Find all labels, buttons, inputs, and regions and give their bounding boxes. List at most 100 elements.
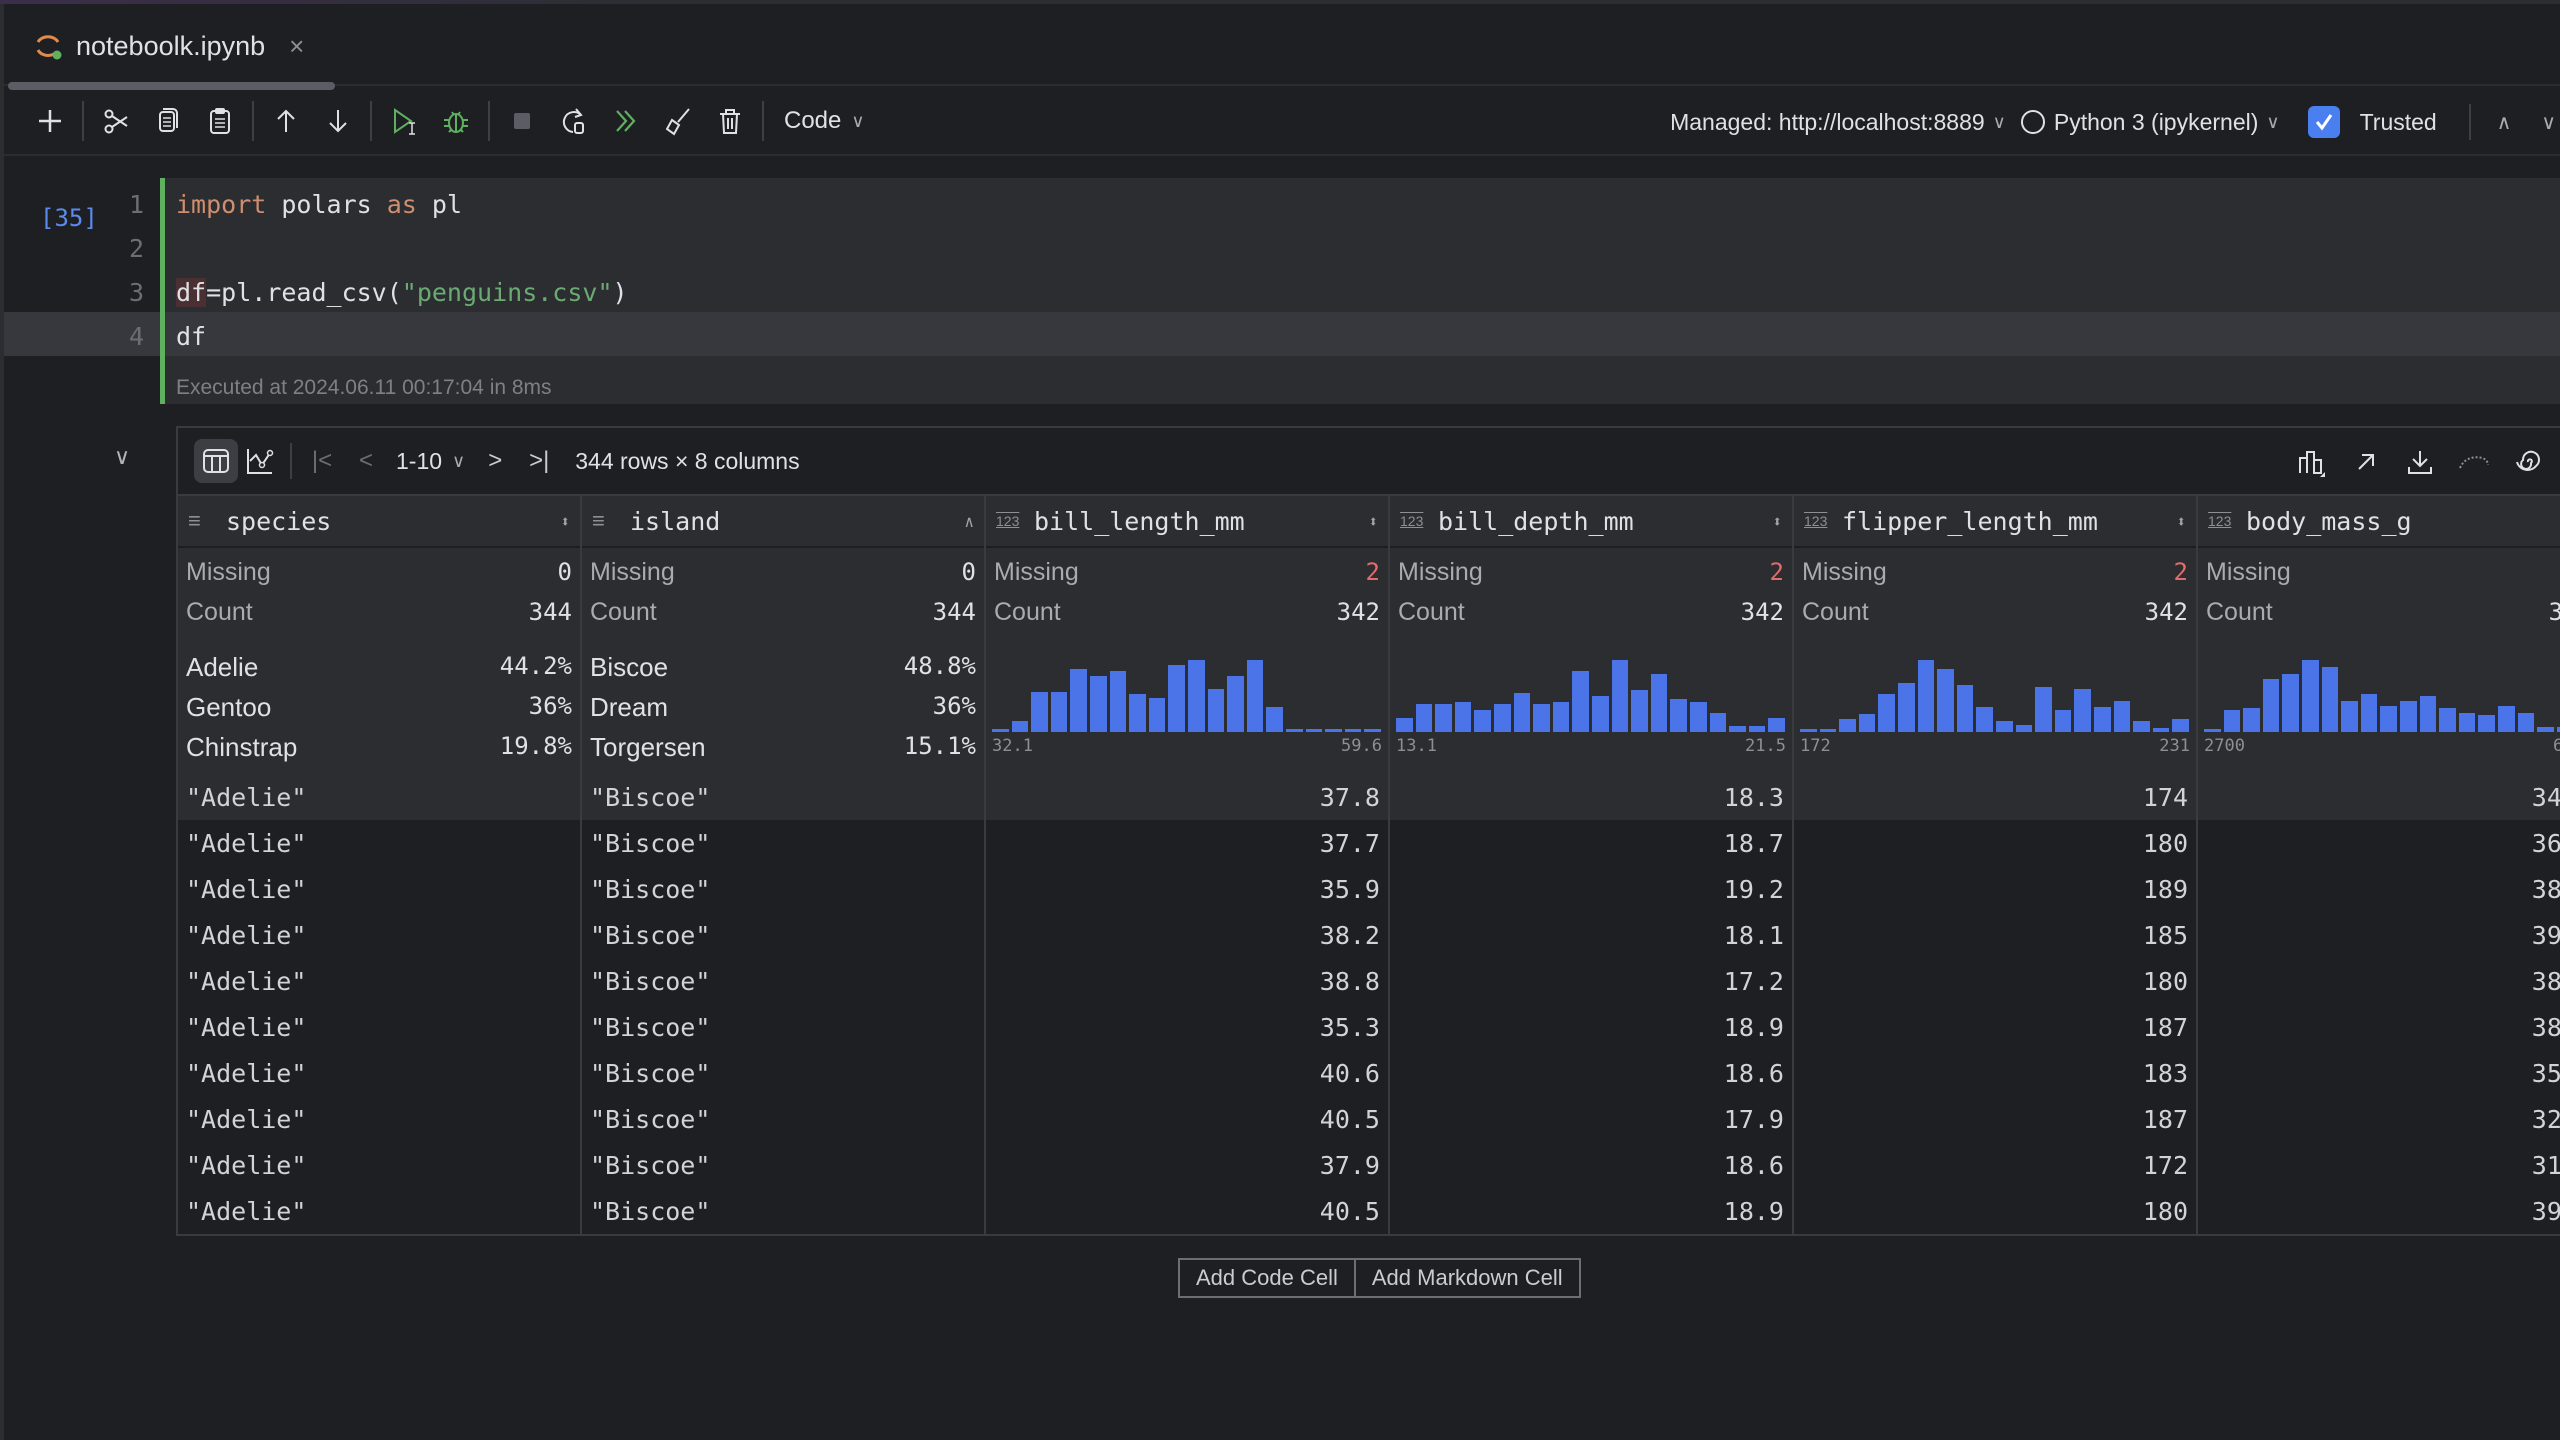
table-cell[interactable]: 3950 bbox=[2198, 1188, 2560, 1234]
run-cell-button[interactable] bbox=[378, 95, 430, 147]
sort-icon[interactable]: ⬍ bbox=[1368, 512, 1378, 531]
table-cell[interactable]: 180 bbox=[1794, 958, 2196, 1004]
table-cell[interactable]: 37.7 bbox=[986, 820, 1388, 866]
table-cell[interactable]: 180 bbox=[1794, 820, 2196, 866]
column-stats-button[interactable] bbox=[2290, 440, 2334, 484]
column-header[interactable]: ≡ species ⬍ bbox=[178, 496, 580, 548]
table-cell[interactable]: "Adelie" bbox=[178, 912, 580, 958]
table-cell[interactable]: "Biscoe" bbox=[582, 1188, 984, 1234]
table-cell[interactable]: "Adelie" bbox=[178, 820, 580, 866]
table-cell[interactable]: 3600 bbox=[2198, 820, 2560, 866]
table-cell[interactable]: "Biscoe" bbox=[582, 820, 984, 866]
add-markdown-cell-button[interactable]: Add Markdown Cell bbox=[1353, 1260, 1579, 1296]
cut-button[interactable] bbox=[90, 95, 142, 147]
pandas-profile-button[interactable] bbox=[2452, 440, 2496, 484]
table-cell[interactable]: 3150 bbox=[2198, 1142, 2560, 1188]
table-cell[interactable]: 187 bbox=[1794, 1004, 2196, 1050]
previous-page-button[interactable]: < bbox=[344, 439, 388, 483]
table-cell[interactable]: 180 bbox=[1794, 1188, 2196, 1234]
download-button[interactable] bbox=[2398, 440, 2442, 484]
page-range-dropdown[interactable]: 1-10 ∨ bbox=[396, 448, 465, 475]
sort-icon[interactable]: ⬍ bbox=[560, 512, 570, 531]
debug-cell-button[interactable] bbox=[430, 95, 482, 147]
add-cell-button[interactable] bbox=[24, 95, 76, 147]
table-view-button[interactable] bbox=[194, 439, 238, 483]
column-header[interactable]: 123 bill_depth_mm ⬍ bbox=[1390, 496, 1792, 548]
table-cell[interactable]: 17.2 bbox=[1390, 958, 1792, 1004]
table-cell[interactable]: 189 bbox=[1794, 866, 2196, 912]
first-page-button[interactable]: |< bbox=[300, 439, 344, 483]
table-cell[interactable]: "Biscoe" bbox=[582, 912, 984, 958]
table-cell[interactable]: 18.9 bbox=[1390, 1188, 1792, 1234]
table-cell[interactable]: "Adelie" bbox=[178, 1188, 580, 1234]
table-cell[interactable]: 19.2 bbox=[1390, 866, 1792, 912]
table-cell[interactable]: "Adelie" bbox=[178, 1142, 580, 1188]
server-dropdown[interactable]: Managed: http://localhost:8889 ∨ bbox=[1670, 109, 2006, 136]
code-line[interactable]: 3 df=pl.read_csv("penguins.csv") bbox=[4, 270, 2560, 314]
kernel-dropdown[interactable]: Python 3 (ipykernel) ∨ bbox=[2020, 109, 2280, 136]
collapse-output-icon[interactable]: ∨ bbox=[114, 444, 130, 470]
sort-ascending-icon[interactable]: ∧ bbox=[964, 512, 974, 531]
table-cell[interactable]: 3800 bbox=[2198, 958, 2560, 1004]
table-cell[interactable]: 3950 bbox=[2198, 912, 2560, 958]
table-cell[interactable]: 183 bbox=[1794, 1050, 2196, 1096]
table-cell[interactable]: 17.9 bbox=[1390, 1096, 1792, 1142]
add-code-cell-button[interactable]: Add Code Cell bbox=[1180, 1260, 1354, 1296]
sort-icon[interactable]: ⬍ bbox=[2176, 512, 2186, 531]
table-cell[interactable]: 3400 bbox=[2198, 774, 2560, 820]
table-cell[interactable]: 37.9 bbox=[986, 1142, 1388, 1188]
table-cell[interactable]: "Biscoe" bbox=[582, 774, 984, 820]
code-cell[interactable]: [35] 1 import polars as pl 2 3 df=pl.read_cs… bbox=[4, 178, 2560, 404]
column-header[interactable]: 123 flipper_length_mm ⬍ bbox=[1794, 496, 2196, 548]
column-header[interactable]: ≡ island ∧ bbox=[582, 496, 984, 548]
table-cell[interactable]: 18.6 bbox=[1390, 1142, 1792, 1188]
run-all-button[interactable] bbox=[600, 95, 652, 147]
table-cell[interactable]: 38.8 bbox=[986, 958, 1388, 1004]
next-page-button[interactable]: > bbox=[473, 439, 517, 483]
table-cell[interactable]: 40.5 bbox=[986, 1188, 1388, 1234]
table-cell[interactable]: 40.6 bbox=[986, 1050, 1388, 1096]
table-cell[interactable]: 185 bbox=[1794, 912, 2196, 958]
delete-cell-button[interactable] bbox=[704, 95, 756, 147]
table-cell[interactable]: 38.2 bbox=[986, 912, 1388, 958]
move-down-button[interactable] bbox=[312, 95, 364, 147]
code-line[interactable]: 2 bbox=[4, 226, 2560, 270]
move-up-button[interactable] bbox=[260, 95, 312, 147]
table-cell[interactable]: 18.1 bbox=[1390, 912, 1792, 958]
table-cell[interactable]: 187 bbox=[1794, 1096, 2196, 1142]
close-tab-icon[interactable]: × bbox=[289, 31, 304, 62]
next-cell-button[interactable]: ∨ bbox=[2537, 110, 2560, 135]
column-header[interactable]: 123body_mass_g⬍ bbox=[2198, 496, 2560, 548]
clear-outputs-button[interactable] bbox=[652, 95, 704, 147]
table-cell[interactable]: "Biscoe" bbox=[582, 1004, 984, 1050]
table-cell[interactable]: 3800 bbox=[2198, 866, 2560, 912]
table-cell[interactable]: 3550 bbox=[2198, 1050, 2560, 1096]
copy-button[interactable] bbox=[142, 95, 194, 147]
table-cell[interactable]: "Adelie" bbox=[178, 1050, 580, 1096]
table-cell[interactable]: "Biscoe" bbox=[582, 1096, 984, 1142]
open-in-editor-button[interactable] bbox=[2344, 440, 2388, 484]
table-cell[interactable]: 172 bbox=[1794, 1142, 2196, 1188]
previous-cell-button[interactable]: ∧ bbox=[2485, 110, 2524, 135]
table-cell[interactable]: 3800 bbox=[2198, 1004, 2560, 1050]
restart-kernel-button[interactable] bbox=[548, 95, 600, 147]
last-page-button[interactable]: >| bbox=[517, 439, 561, 483]
table-cell[interactable]: "Adelie" bbox=[178, 866, 580, 912]
table-cell[interactable]: "Biscoe" bbox=[582, 1050, 984, 1096]
table-cell[interactable]: 174 bbox=[1794, 774, 2196, 820]
table-cell[interactable]: 37.8 bbox=[986, 774, 1388, 820]
table-cell[interactable]: 3200 bbox=[2198, 1096, 2560, 1142]
table-cell[interactable]: 35.9 bbox=[986, 866, 1388, 912]
table-cell[interactable]: "Adelie" bbox=[178, 1096, 580, 1142]
cell-type-dropdown[interactable]: Code ∨ bbox=[784, 107, 865, 135]
table-cell[interactable]: "Adelie" bbox=[178, 958, 580, 1004]
stop-button[interactable] bbox=[496, 95, 548, 147]
column-header[interactable]: 123 bill_length_mm ⬍ bbox=[986, 496, 1388, 548]
trusted-checkbox[interactable]: Trusted bbox=[2307, 106, 2437, 138]
chart-view-button[interactable] bbox=[238, 439, 282, 483]
table-cell[interactable]: 35.3 bbox=[986, 1004, 1388, 1050]
code-line[interactable]: 1 import polars as pl bbox=[4, 182, 2560, 226]
sort-icon[interactable]: ⬍ bbox=[1772, 512, 1782, 531]
table-cell[interactable]: "Adelie" bbox=[178, 1004, 580, 1050]
swirl-button[interactable] bbox=[2506, 440, 2550, 484]
